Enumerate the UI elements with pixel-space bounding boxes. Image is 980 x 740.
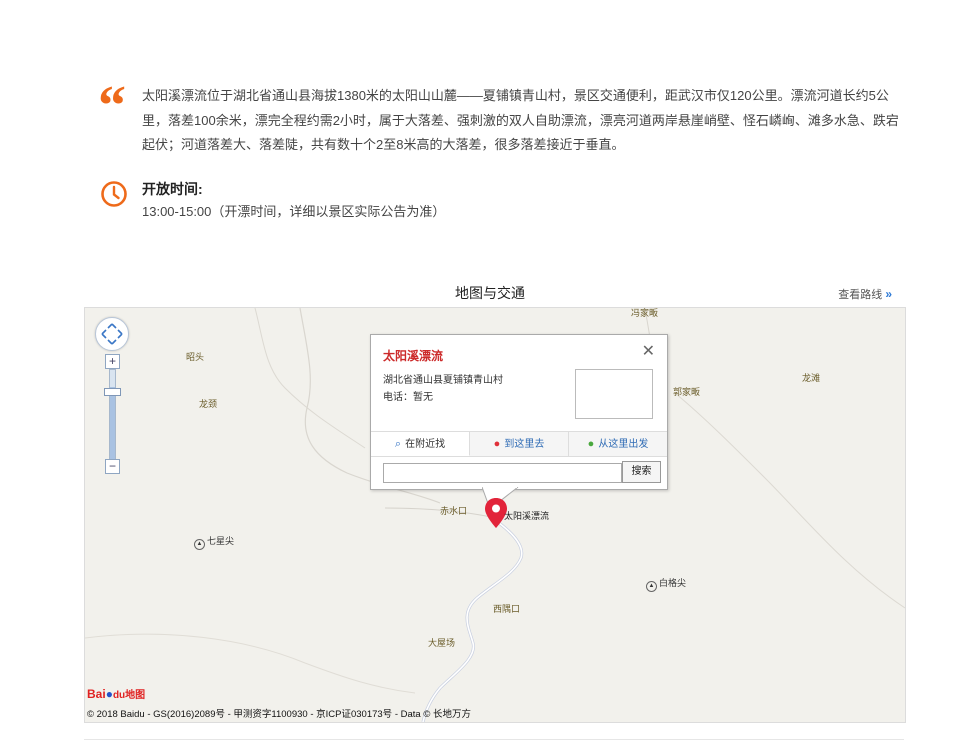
place-label: 龙滩 <box>802 373 821 383</box>
place-label: 郭家畈 <box>673 387 701 397</box>
double-chevron-right-icon: » <box>885 287 892 301</box>
peak-label: ▲ 白格尖 <box>646 576 686 592</box>
info-window-tabs: ⌕ 在附近找 ● 到这里去 ● 从这里出发 <box>371 431 667 457</box>
mountain-icon: ▲ <box>646 581 657 592</box>
pin-icon: ● <box>493 438 501 450</box>
clock-icon <box>101 181 127 207</box>
tab-start-here[interactable]: ● 从这里出发 <box>569 432 667 456</box>
map-view[interactable]: 昭头 龙颈 冯家畈 郭家畈 龙滩 赤水口 西隅口 大屋场 ▲ 七星尖 ▲ 白格尖 +… <box>84 307 906 723</box>
place-label: 大屋场 <box>428 638 456 648</box>
info-window-address: 湖北省通山县夏铺镇青山村 <box>383 375 503 386</box>
map-section-title: 地图与交通 <box>455 285 525 301</box>
place-label: 昭头 <box>186 352 205 362</box>
paw-icon: ● <box>105 687 113 701</box>
zoom-in-button[interactable]: + <box>105 354 120 369</box>
search-button[interactable]: 搜索 <box>622 461 661 483</box>
zoom-slider-handle[interactable] <box>104 388 121 396</box>
place-label: 西隅口 <box>493 604 521 614</box>
quote-mark-icon: “ <box>98 75 126 137</box>
info-window-phone: 电话：暂无 <box>383 392 433 403</box>
peak-label: ▲ 七星尖 <box>194 534 234 550</box>
info-window-title: 太阳溪漂流 <box>383 349 444 363</box>
close-icon[interactable]: ✕ <box>642 341 655 361</box>
tab-nearby[interactable]: ⌕ 在附近找 <box>371 432 470 456</box>
info-window-image <box>575 369 653 419</box>
search-icon: ⌕ <box>394 438 402 450</box>
map-pan-control[interactable] <box>95 317 129 351</box>
zoom-out-button[interactable]: − <box>105 459 120 474</box>
hours-title: 开放时间: <box>142 181 203 197</box>
place-label: 赤水口 <box>440 506 468 516</box>
view-route-link[interactable]: 查看路线 » <box>838 286 892 302</box>
tab-go-here[interactable]: ● 到这里去 <box>470 432 569 456</box>
map-copyright: © 2018 Baidu - GS(2016)2089号 - 甲测资字11009… <box>87 709 471 720</box>
map-pan-icon <box>101 323 123 345</box>
marker-label: 太阳溪漂流 <box>504 511 550 521</box>
zoom-level-fill <box>110 386 115 462</box>
mountain-icon: ▲ <box>194 539 205 550</box>
info-window: 太阳溪漂流 ✕ 湖北省通山县夏铺镇青山村 电话：暂无 ⌕ 在附近找 ● 到这里去 ●… <box>370 334 668 490</box>
place-label: 冯家畈 <box>631 308 659 318</box>
place-label: 龙颈 <box>199 399 218 409</box>
nearby-search-input[interactable] <box>383 463 622 483</box>
zoom-slider-track[interactable] <box>109 369 116 463</box>
hours-text: 13:00-15:00（开漂时间，详细以景区实际公告为准） <box>142 204 446 219</box>
pin-icon: ● <box>587 438 595 450</box>
intro-text: 太阳溪漂流位于湖北省通山县海拔1380米的太阳山山麓——夏铺镇青山村，景区交通便… <box>142 88 899 152</box>
baidu-logo: Bai●du地图 <box>87 687 146 701</box>
view-route-label: 查看路线 <box>838 289 883 301</box>
